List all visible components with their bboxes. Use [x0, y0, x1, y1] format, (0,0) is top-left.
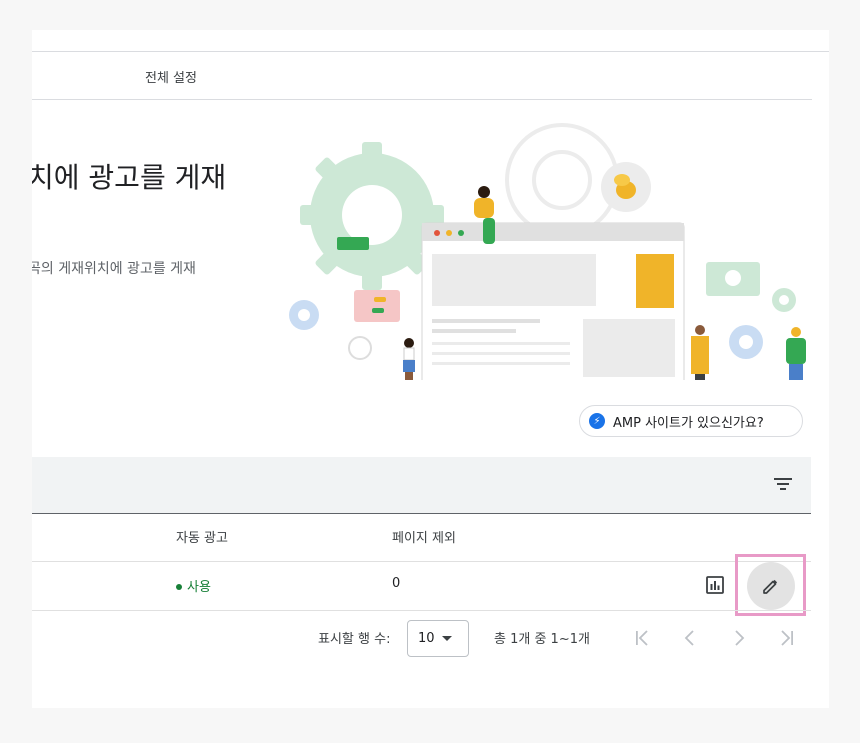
chevron-down-icon [441, 636, 452, 641]
first-page-icon[interactable] [632, 628, 652, 648]
last-page-icon[interactable] [777, 628, 797, 648]
page-exclusions-count: 0 [392, 576, 401, 591]
gear-icon [505, 123, 619, 237]
top-divider [32, 51, 829, 52]
edit-button-highlight [735, 554, 806, 616]
row-divider [32, 610, 811, 611]
person-illustration [786, 327, 806, 380]
page-subline: 곡의 게재위치에 광고를 게재 [32, 261, 196, 277]
person-illustration [691, 325, 709, 380]
hero-illustration [289, 123, 806, 380]
person-illustration [403, 338, 415, 380]
rows-per-page-label: 표시할 행 수: [318, 632, 391, 647]
auto-ads-status: 사용 [176, 576, 211, 595]
auto-ads-status-label: 사용 [187, 580, 211, 595]
rows-per-page-value: 10 [418, 631, 435, 646]
rows-per-page-select[interactable]: 10 [407, 620, 469, 657]
page-headline: 치에 광고를 게재 [32, 161, 227, 194]
table-toolbar [32, 457, 811, 513]
main-panel: 전체 설정 치에 광고를 게재 곡의 게재위치에 광고를 게재 ⚡ AMP 사이… [32, 30, 829, 708]
column-header-page-exclusions[interactable]: 페이지 제외 [392, 527, 456, 546]
gear-icon [772, 288, 796, 312]
filter-icon[interactable] [773, 476, 793, 492]
previous-page-icon[interactable] [680, 628, 700, 648]
amp-site-button-label: AMP 사이트가 있으신가요? [613, 415, 764, 431]
status-dot [176, 583, 182, 590]
row-divider [32, 561, 811, 562]
next-page-icon[interactable] [729, 628, 749, 648]
bolt-icon: ⚡ [589, 413, 605, 429]
tab-divider [32, 99, 812, 100]
amp-site-button[interactable]: ⚡ AMP 사이트가 있으신가요? [579, 405, 803, 437]
gear-icon [348, 336, 372, 360]
table-header-divider [32, 513, 811, 514]
report-icon[interactable] [706, 576, 724, 594]
column-header-auto-ads[interactable]: 자동 광고 [176, 527, 228, 546]
pagination-range: 총 1개 중 1~1개 [494, 632, 590, 647]
tab-all-settings[interactable]: 전체 설정 [145, 67, 197, 86]
